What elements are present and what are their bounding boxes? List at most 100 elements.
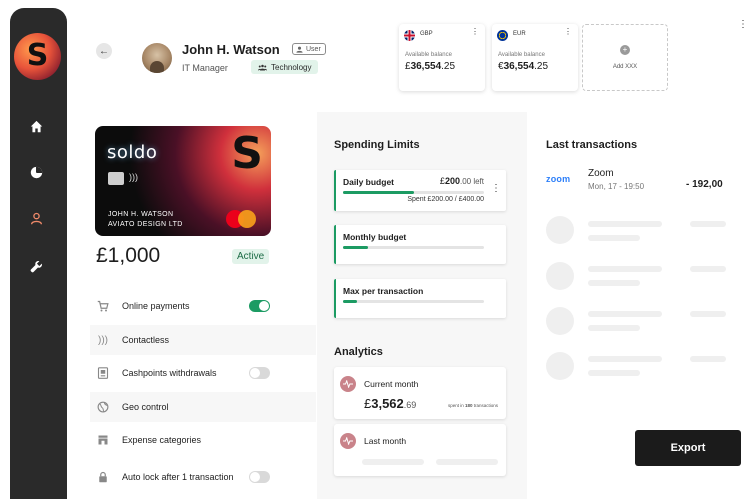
card-holder-name: JOHN H. WATSON <box>108 211 174 218</box>
pie-chart-icon[interactable] <box>28 164 44 180</box>
lock-icon <box>96 470 110 484</box>
user-name: John H. Watson <box>182 42 280 57</box>
user-job-title: IT Manager <box>182 63 228 73</box>
skeleton-line <box>690 221 726 227</box>
add-currency-card[interactable]: + Add XXX <box>582 24 668 91</box>
user-badge-icon <box>296 46 303 53</box>
card-holder: JOHN H. WATSON AVIATO DESIGN LTD <box>108 210 183 230</box>
transaction-merchant[interactable]: Zoom <box>588 168 614 179</box>
setting-online-payments[interactable]: Online payments <box>90 291 316 321</box>
team-badge[interactable]: Technology <box>251 60 319 74</box>
transactions-title: Last transactions <box>546 139 638 151</box>
limit-spent: Spent £200.00 / £400.00 <box>407 196 484 203</box>
limit-name: Max per transaction <box>343 286 424 296</box>
setting-expense-categories[interactable]: Expense categories <box>90 425 316 455</box>
eu-flag-icon <box>497 30 508 41</box>
max-per-transaction-card[interactable]: Max per transaction <box>334 279 506 318</box>
chip-icon <box>108 172 124 185</box>
card-limit: £1,000 <box>96 244 161 267</box>
avatar <box>142 43 172 73</box>
spending-limits-title: Spending Limits <box>334 139 420 151</box>
balance-card-gbp[interactable]: GBP ⋮ Available balance £36,554.25 <box>399 24 485 91</box>
user-role-badge: User <box>292 43 326 55</box>
limit-name: Daily budget <box>343 177 395 187</box>
currency-code: GBP <box>420 31 433 37</box>
cart-icon <box>96 299 110 313</box>
balance-card-eur[interactable]: EUR ⋮ Available balance €36,554.25 <box>492 24 578 91</box>
skeleton-line <box>436 459 498 465</box>
analytics-period: Current month <box>364 379 419 389</box>
globe-icon <box>96 400 110 414</box>
payment-card[interactable]: S soldo ))) JOHN H. WATSON AVIATO DESIGN… <box>95 126 271 236</box>
cashpoints-toggle[interactable] <box>249 367 270 379</box>
balance-label: Available balance <box>498 52 545 58</box>
atm-icon <box>96 366 110 380</box>
user-icon[interactable] <box>28 210 44 226</box>
app-root: S ← John H. Watson User IT Manager Techn… <box>0 0 745 499</box>
setting-label: Contactless <box>122 335 170 345</box>
uk-flag-icon <box>404 30 415 41</box>
skeleton-line <box>588 235 640 241</box>
page-more-options-icon[interactable]: ⋮ <box>738 20 745 30</box>
skeleton-line <box>588 266 662 272</box>
analytics-period: Last month <box>364 436 407 446</box>
skeleton-avatar <box>546 216 574 244</box>
contactless-icon: ))) <box>129 172 138 182</box>
more-options-icon[interactable]: ⋮ <box>471 28 479 36</box>
limit-progress <box>343 246 484 249</box>
arrow-left-icon: ← <box>99 45 109 57</box>
card-brand: soldo <box>107 142 158 163</box>
skeleton-avatar <box>546 262 574 290</box>
contactless-icon: ))) <box>98 334 108 346</box>
setting-label: Auto lock after 1 transaction <box>122 472 234 482</box>
setting-geo-control[interactable]: Geo control <box>90 392 316 422</box>
skeleton-line <box>588 356 662 362</box>
wrench-icon[interactable] <box>28 258 44 274</box>
card-holder-company: AVIATO DESIGN LTD <box>108 221 183 228</box>
more-options-icon[interactable]: ⋮ <box>491 184 501 194</box>
plus-icon: + <box>620 45 630 55</box>
setting-label: Expense categories <box>122 435 202 445</box>
skeleton-line <box>588 370 640 376</box>
team-icon <box>258 64 267 70</box>
analytics-last-month[interactable]: Last month <box>334 424 506 476</box>
setting-contactless[interactable]: ))) Contactless <box>90 325 316 355</box>
soldo-logo[interactable]: S <box>14 33 61 80</box>
analytics-current-month[interactable]: Current month £3,562.69 spent in 180 tra… <box>334 367 506 419</box>
skeleton-avatar <box>546 352 574 380</box>
analytics-title: Analytics <box>334 346 383 358</box>
daily-budget-card[interactable]: Daily budget £200.00 left Spent £200.00 … <box>334 170 506 211</box>
monthly-budget-card[interactable]: Monthly budget <box>334 225 506 264</box>
home-icon[interactable] <box>28 118 44 134</box>
card-logo-letter: S <box>231 128 263 179</box>
analytics-note: spent in 180 transactions <box>447 403 498 408</box>
more-options-icon[interactable]: ⋮ <box>564 28 572 36</box>
setting-auto-lock[interactable]: Auto lock after 1 transaction <box>90 462 316 492</box>
skeleton-avatar <box>546 307 574 335</box>
mastercard-icon <box>226 210 256 228</box>
balance-label: Available balance <box>405 52 452 58</box>
limit-progress <box>343 191 484 194</box>
skeleton-line <box>690 311 726 317</box>
setting-cashpoints[interactable]: Cashpoints withdrawals <box>90 358 316 388</box>
skeleton-line <box>588 280 640 286</box>
analytics-amount: £3,562.69 <box>364 396 417 411</box>
back-button[interactable]: ← <box>96 43 112 59</box>
setting-label: Cashpoints withdrawals <box>122 368 217 378</box>
skeleton-line <box>362 459 424 465</box>
transaction-amount: - 192,00 <box>686 179 723 190</box>
limit-name: Monthly budget <box>343 232 407 242</box>
skeleton-line <box>588 221 662 227</box>
skeleton-line <box>690 356 726 362</box>
skeleton-line <box>690 266 726 272</box>
export-button[interactable]: Export <box>635 430 741 466</box>
team-label: Technology <box>271 62 312 72</box>
balance-amount: £36,554.25 <box>405 61 456 72</box>
sidebar <box>10 8 67 499</box>
balance-amount: €36,554.25 <box>498 61 549 72</box>
auto-lock-toggle[interactable] <box>249 471 270 483</box>
skeleton-line <box>588 311 662 317</box>
limit-progress <box>343 300 484 303</box>
online-payments-toggle[interactable] <box>249 300 270 312</box>
pulse-icon <box>340 433 356 449</box>
